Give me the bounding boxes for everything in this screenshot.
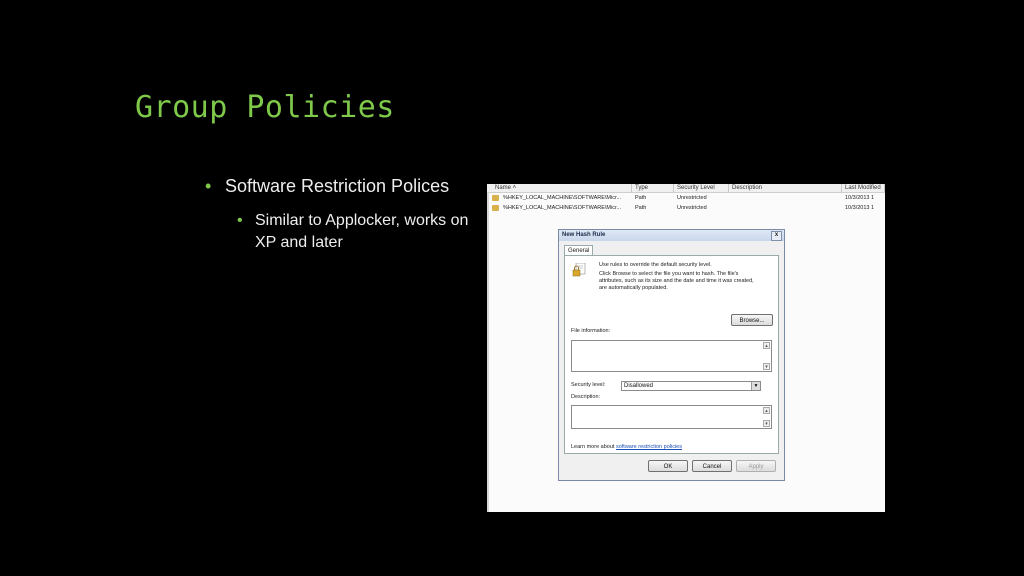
list-header: Name ˄ Type Security Level Description L…: [487, 184, 885, 193]
column-header-description[interactable]: Description: [729, 184, 842, 192]
browse-button[interactable]: Browse...: [731, 314, 773, 326]
embedded-screenshot: Name ˄ Type Security Level Description L…: [487, 184, 885, 512]
general-tab-panel: Use rules to override the default securi…: [564, 255, 779, 454]
bullet-dot-icon: •: [205, 176, 212, 196]
scroll-down-icon[interactable]: ▾: [763, 420, 770, 427]
bullet-dot-icon: •: [237, 212, 243, 229]
column-header-last-modified[interactable]: Last Modified: [842, 184, 885, 192]
bullet-text: Software Restriction Polices: [225, 176, 450, 196]
intro-line-4: are automatically populated.: [599, 285, 668, 291]
file-info-label: File information:: [571, 328, 611, 334]
window-border: [487, 192, 489, 512]
slide-title: Group Policies: [135, 90, 395, 125]
column-header-type[interactable]: Type: [632, 184, 674, 192]
dialog-title: New Hash Rule: [562, 232, 606, 238]
cell-last-modified: 10/3/2013 1: [845, 195, 875, 201]
cell-type: Path: [635, 205, 647, 211]
close-button[interactable]: x: [771, 231, 782, 241]
rule-icon: [492, 195, 499, 201]
hash-rule-icon: [572, 263, 586, 277]
cell-security-level: Unrestricted: [677, 195, 707, 201]
cancel-button[interactable]: Cancel: [692, 460, 732, 472]
cell-security-level: Unrestricted: [677, 205, 707, 211]
chevron-down-icon: ▼: [751, 382, 760, 390]
bullet-level-2: • Similar to Applocker, works on XP and …: [237, 210, 485, 254]
scroll-up-icon[interactable]: ▴: [763, 407, 770, 414]
bullet-level-1: • Software Restriction Polices: [205, 176, 450, 197]
column-header-name[interactable]: Name ˄: [487, 184, 632, 192]
cell-type: Path: [635, 195, 647, 201]
cell-name: %HKEY_LOCAL_MACHINE\SOFTWARE\Micr...: [503, 195, 622, 201]
rule-icon: [492, 205, 499, 211]
intro-line-1: Use rules to override the default securi…: [599, 262, 712, 268]
new-hash-rule-dialog: New Hash Rule x General Use rules to ove…: [558, 229, 785, 481]
scroll-up-icon[interactable]: ▴: [763, 342, 770, 349]
ok-button[interactable]: OK: [648, 460, 688, 472]
cell-name: %HKEY_LOCAL_MACHINE\SOFTWARE\Micr...: [503, 205, 622, 211]
dialog-title-bar: New Hash Rule x: [559, 230, 784, 241]
scroll-down-icon[interactable]: ▾: [763, 363, 770, 370]
security-level-label: Security level:: [571, 382, 606, 388]
table-row[interactable]: %HKEY_LOCAL_MACHINE\SOFTWARE\Micr... Pat…: [487, 203, 885, 213]
description-field[interactable]: ▴ ▾: [571, 405, 772, 429]
apply-button[interactable]: Apply: [736, 460, 776, 472]
bullet-text: Similar to Applocker, works on XP and la…: [255, 212, 469, 251]
learn-more-text: Learn more about software restriction po…: [571, 444, 682, 450]
security-level-select[interactable]: Disallowed ▼: [621, 381, 761, 391]
security-level-value: Disallowed: [624, 383, 654, 389]
column-header-security-level[interactable]: Security Level: [674, 184, 729, 192]
description-label: Description:: [571, 394, 601, 400]
learn-more-link[interactable]: software restriction policies: [616, 444, 682, 450]
file-info-field[interactable]: ▴ ▾: [571, 340, 772, 372]
table-row[interactable]: %HKEY_LOCAL_MACHINE\SOFTWARE\Micr... Pat…: [487, 193, 885, 203]
cell-last-modified: 10/3/2013 1: [845, 205, 875, 211]
